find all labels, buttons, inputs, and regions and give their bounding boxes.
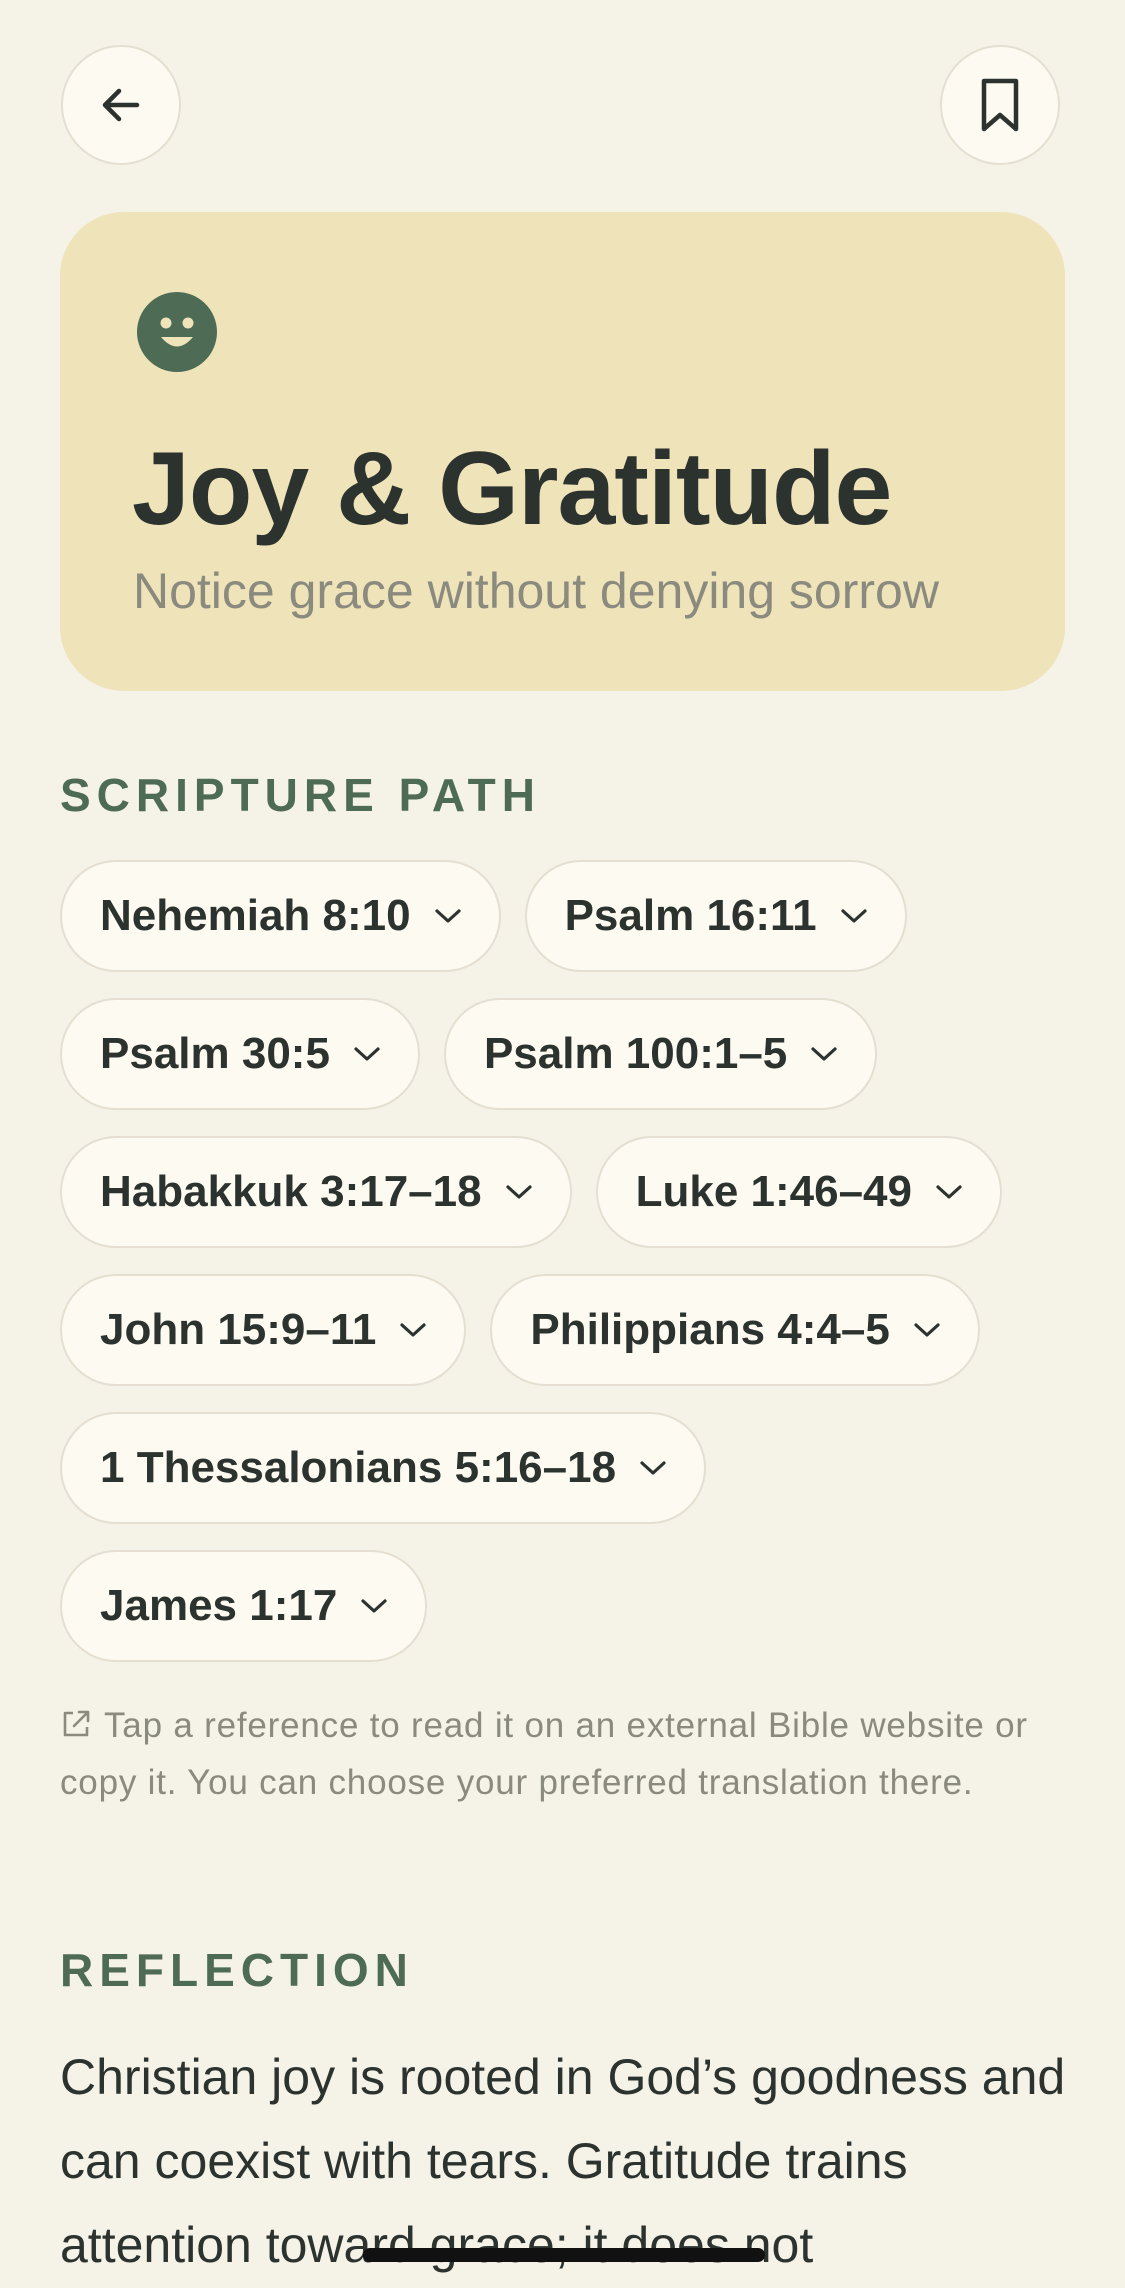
chevron-down-icon bbox=[638, 1458, 668, 1478]
reflection-heading: REFLECTION bbox=[60, 1944, 414, 1996]
bookmark-icon bbox=[981, 78, 1019, 132]
scripture-reference-label: Habakkuk 3:17–18 bbox=[100, 1167, 482, 1216]
external-link-note-text: Tap a reference to read it on an externa… bbox=[60, 1706, 1028, 1802]
scripture-reference-label: John 15:9–11 bbox=[100, 1305, 377, 1354]
scripture-reference-chip[interactable]: Habakkuk 3:17–18 bbox=[60, 1136, 572, 1248]
topic-hero-card: Joy & Gratitude Notice grace without den… bbox=[60, 212, 1065, 691]
scripture-reference-label: Nehemiah 8:10 bbox=[100, 891, 411, 940]
chevron-down-icon bbox=[504, 1182, 534, 1202]
chevron-down-icon bbox=[809, 1044, 839, 1064]
chevron-down-icon bbox=[912, 1320, 942, 1340]
bookmark-button[interactable] bbox=[940, 45, 1060, 165]
arrow-left-icon bbox=[102, 88, 140, 122]
scripture-reference-chip[interactable]: John 15:9–11 bbox=[60, 1274, 467, 1386]
scripture-reference-list: Nehemiah 8:10 Psalm 16:11 Psalm 30:5 Psalm … bbox=[60, 860, 1070, 1662]
back-button[interactable] bbox=[61, 45, 181, 165]
scripture-reference-chip[interactable]: Philippians 4:4–5 bbox=[490, 1274, 980, 1386]
scripture-path-heading: SCRIPTURE PATH bbox=[60, 769, 541, 821]
chevron-down-icon bbox=[352, 1044, 382, 1064]
home-indicator bbox=[363, 2248, 765, 2262]
chevron-down-icon bbox=[398, 1320, 428, 1340]
scripture-reference-chip[interactable]: Psalm 100:1–5 bbox=[443, 998, 878, 1110]
chevron-down-icon bbox=[839, 906, 869, 926]
scripture-reference-label: James 1:17 bbox=[100, 1581, 338, 1630]
scripture-reference-chip[interactable]: 1 Thessalonians 5:16–18 bbox=[60, 1412, 707, 1524]
scripture-reference-chip[interactable]: James 1:17 bbox=[60, 1550, 428, 1662]
scripture-reference-label: Luke 1:46–49 bbox=[635, 1167, 912, 1216]
page-subtitle: Notice grace without denying sorrow bbox=[133, 563, 939, 619]
scripture-reference-label: Psalm 30:5 bbox=[100, 1029, 330, 1078]
chevron-down-icon bbox=[433, 906, 463, 926]
scripture-reference-label: Psalm 100:1–5 bbox=[483, 1029, 788, 1078]
smiley-face-icon bbox=[137, 292, 217, 372]
scripture-reference-chip[interactable]: Psalm 30:5 bbox=[60, 998, 420, 1110]
chevron-down-icon bbox=[934, 1182, 964, 1202]
chevron-down-icon bbox=[359, 1596, 389, 1616]
scripture-reference-chip[interactable]: Psalm 16:11 bbox=[524, 860, 907, 972]
scripture-reference-chip[interactable]: Nehemiah 8:10 bbox=[60, 860, 501, 972]
external-link-icon bbox=[63, 1710, 90, 1737]
scripture-reference-label: Philippians 4:4–5 bbox=[530, 1305, 890, 1354]
scripture-reference-label: Psalm 16:11 bbox=[564, 891, 817, 940]
external-link-note: Tap a reference to read it on an externa… bbox=[60, 1697, 1060, 1811]
scripture-reference-chip[interactable]: Luke 1:46–49 bbox=[595, 1136, 1002, 1248]
scripture-reference-label: 1 Thessalonians 5:16–18 bbox=[100, 1443, 617, 1492]
page-title: Joy & Gratitude bbox=[132, 431, 892, 547]
